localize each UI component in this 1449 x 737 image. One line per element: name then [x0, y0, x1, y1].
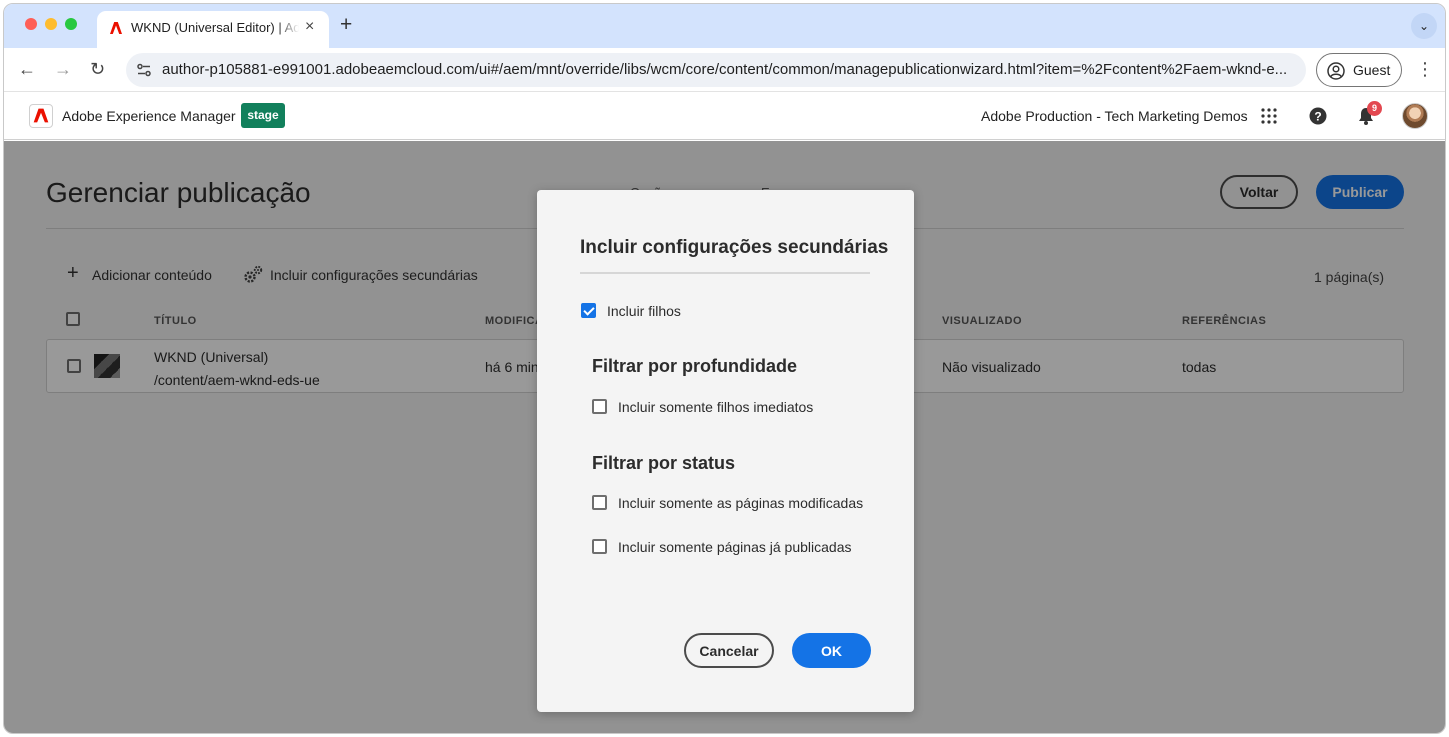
- immediate-children-checkbox[interactable]: [592, 399, 607, 414]
- adobe-logo-icon[interactable]: [29, 104, 53, 128]
- minimize-window-button[interactable]: [45, 18, 57, 30]
- tab-search-chevron-icon[interactable]: ⌄: [1411, 13, 1437, 39]
- browser-menu-icon[interactable]: ⋮: [1416, 58, 1434, 80]
- include-children-checkbox-label[interactable]: Incluir filhos: [607, 303, 681, 319]
- notification-count-badge: 9: [1367, 101, 1382, 116]
- close-tab-icon[interactable]: ×: [305, 19, 314, 35]
- back-arrow-icon[interactable]: ←: [18, 58, 36, 80]
- profile-button[interactable]: Guest: [1316, 53, 1402, 87]
- published-pages-checkbox-label[interactable]: Incluir somente páginas já publicadas: [618, 539, 851, 555]
- svg-text:?: ?: [1314, 110, 1321, 124]
- reload-icon[interactable]: ↻: [90, 58, 105, 80]
- address-bar[interactable]: author-p105881-e991001.adobeaemcloud.com…: [126, 53, 1306, 87]
- include-children-dialog: Incluir configurações secundárias Inclui…: [537, 190, 914, 712]
- dialog-divider: [580, 272, 870, 274]
- org-switcher[interactable]: Adobe Production - Tech Marketing Demos: [981, 108, 1248, 124]
- help-icon[interactable]: ?: [1308, 106, 1328, 126]
- browser-tab[interactable]: WKND (Universal Editor) | Adobe Experien…: [97, 11, 329, 48]
- published-pages-checkbox[interactable]: [592, 539, 607, 554]
- aem-shell-header: Adobe Experience Manager stage Adobe Pro…: [4, 92, 1445, 140]
- status-filter-heading: Filtrar por status: [592, 453, 736, 473]
- new-tab-icon[interactable]: +: [340, 14, 352, 35]
- tab-title: WKND (Universal Editor) | Adobe Experien…: [131, 20, 299, 35]
- profile-label: Guest: [1353, 62, 1391, 78]
- forward-arrow-icon[interactable]: →: [54, 58, 72, 80]
- profile-icon: [1327, 62, 1345, 80]
- dialog-title: Incluir configurações secundárias: [580, 237, 889, 258]
- include-children-checkbox[interactable]: [581, 303, 596, 318]
- tab-strip: WKND (Universal Editor) | Adobe Experien…: [4, 4, 1445, 48]
- browser-toolbar: ← → ↻ author-p105881-e991001.adobeaemclo…: [4, 48, 1445, 92]
- ok-button[interactable]: OK: [792, 633, 871, 668]
- browser-window: WKND (Universal Editor) | Adobe Experien…: [3, 3, 1446, 734]
- user-avatar[interactable]: [1402, 103, 1428, 129]
- modified-pages-checkbox-label[interactable]: Incluir somente as páginas modificadas: [618, 495, 863, 511]
- close-window-button[interactable]: [25, 18, 37, 30]
- depth-filter-heading: Filtrar por profundidade: [592, 356, 797, 376]
- site-settings-icon[interactable]: [136, 62, 152, 78]
- immediate-children-checkbox-label[interactable]: Incluir somente filhos imediatos: [618, 399, 813, 415]
- maximize-window-button[interactable]: [65, 18, 77, 30]
- apps-grid-icon[interactable]: [1260, 107, 1278, 125]
- adobe-favicon-icon: [110, 22, 122, 34]
- url-text: author-p105881-e991001.adobeaemcloud.com…: [162, 61, 1288, 78]
- modified-pages-checkbox[interactable]: [592, 495, 607, 510]
- product-name[interactable]: Adobe Experience Manager: [62, 108, 236, 124]
- cancel-button[interactable]: Cancelar: [684, 633, 774, 668]
- environment-badge: stage: [241, 103, 285, 128]
